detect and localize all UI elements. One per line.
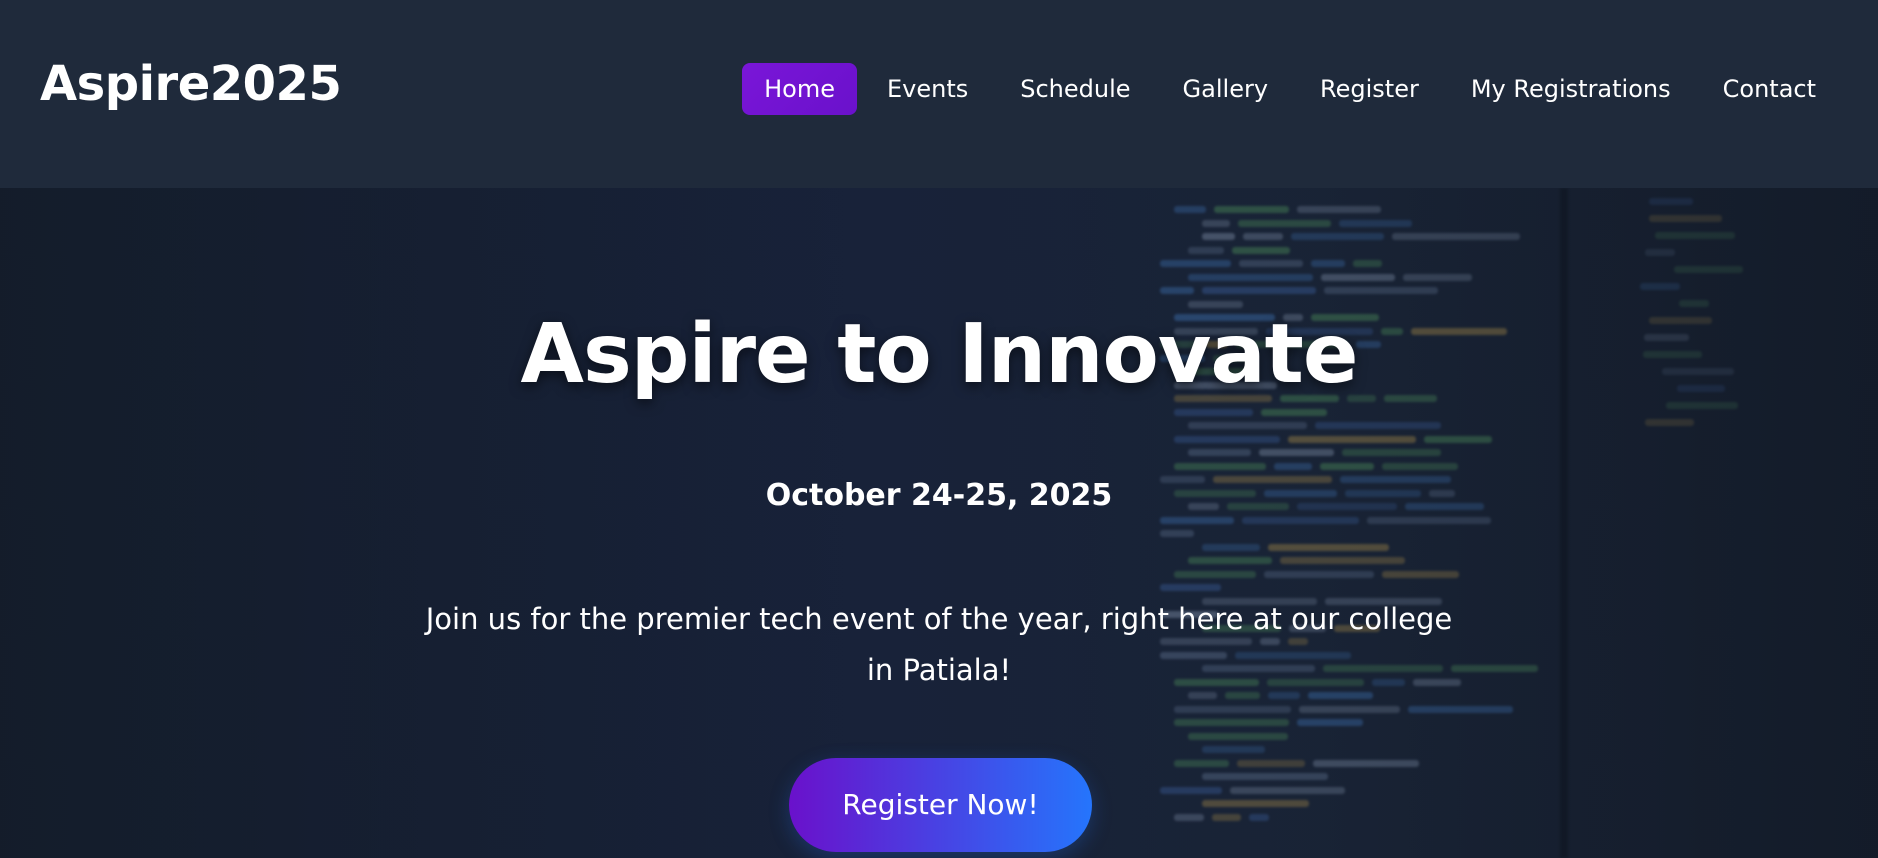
hero-description: Join us for the premier tech event of th…: [425, 602, 1453, 687]
site-header: Aspire2025 Home Events Schedule Gallery …: [0, 0, 1878, 188]
event-date: October 24-25, 2025: [765, 478, 1113, 513]
nav-schedule[interactable]: Schedule: [998, 63, 1152, 115]
site-logo[interactable]: Aspire2025: [40, 60, 342, 108]
nav-events[interactable]: Events: [865, 63, 990, 115]
nav-contact[interactable]: Contact: [1701, 63, 1838, 115]
nav-my-registrations[interactable]: My Registrations: [1449, 63, 1693, 115]
hero-section: Aspire to Innovate October 24-25, 2025 J…: [0, 188, 1878, 858]
main-nav: Home Events Schedule Gallery Register My…: [742, 63, 1838, 115]
page: Aspire2025 Home Events Schedule Gallery …: [0, 0, 1878, 858]
hero-title: Aspire to Innovate: [520, 307, 1359, 402]
register-now-button[interactable]: Register Now!: [789, 758, 1092, 852]
nav-home[interactable]: Home: [742, 63, 857, 115]
nav-gallery[interactable]: Gallery: [1161, 63, 1290, 115]
nav-register[interactable]: Register: [1298, 63, 1441, 115]
